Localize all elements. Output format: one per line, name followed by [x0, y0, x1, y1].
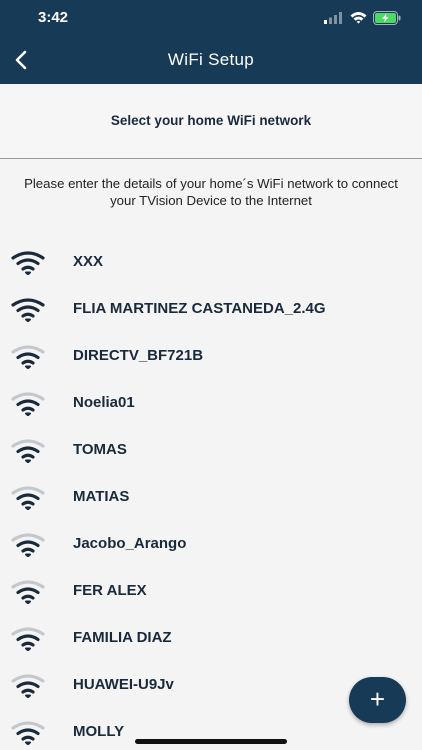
network-list-item[interactable]: XXX: [0, 239, 422, 285]
battery-charging-icon: [373, 11, 401, 25]
wifi-signal-icon: [11, 298, 45, 322]
status-bar: 3:42: [0, 0, 422, 36]
section-title: Select your home WiFi network: [110, 113, 312, 128]
network-name: Noelia01: [73, 394, 135, 411]
wifi-signal-icon: [11, 627, 45, 651]
network-list-item[interactable]: FAMILIA DIAZ: [0, 615, 422, 661]
network-name: Jacobo_Arango: [73, 535, 187, 552]
network-list-item[interactable]: Noelia01: [0, 380, 422, 426]
plus-icon: +: [369, 684, 386, 714]
network-name: HUAWEI-U9Jv: [73, 676, 174, 693]
wifi-signal-icon: [11, 533, 45, 557]
network-name: MOLLY: [73, 723, 125, 740]
network-list-item[interactable]: Jacobo_Arango: [0, 521, 422, 567]
instructions-text: Please enter the details of your home´s …: [24, 176, 398, 208]
wifi-status-icon: [350, 12, 367, 24]
wifi-signal-icon: [11, 392, 45, 416]
network-name: FAMILIA DIAZ: [73, 629, 172, 646]
network-name: XXX: [73, 253, 104, 270]
network-list-item[interactable]: MATIAS: [0, 474, 422, 520]
cellular-signal-icon: [324, 12, 342, 24]
add-network-button[interactable]: +: [349, 677, 406, 723]
wifi-signal-icon: [11, 345, 45, 369]
wifi-signal-icon: [11, 251, 45, 275]
status-time: 3:42: [38, 9, 69, 26]
network-name: FLIA MARTINEZ CASTANEDA_2.4G: [73, 300, 326, 317]
wifi-signal-icon: [11, 721, 45, 745]
home-indicator: [135, 739, 287, 744]
wifi-signal-icon: [11, 439, 45, 463]
network-name: DIRECTV_BF721B: [73, 347, 204, 364]
section-header: Select your home WiFi network: [0, 84, 422, 159]
nav-bar: WiFi Setup: [0, 36, 422, 84]
network-name: MATIAS: [73, 488, 130, 505]
network-list-item[interactable]: TOMAS: [0, 427, 422, 473]
network-name: FER ALEX: [73, 582, 147, 599]
wifi-signal-icon: [11, 486, 45, 510]
divider: [0, 158, 422, 159]
wifi-signal-icon: [11, 674, 45, 698]
network-list-item[interactable]: DIRECTV_BF721B: [0, 333, 422, 379]
page-title: WiFi Setup: [167, 50, 255, 69]
wifi-signal-icon: [11, 580, 45, 604]
network-list-item[interactable]: FLIA MARTINEZ CASTANEDA_2.4G: [0, 286, 422, 332]
network-name: TOMAS: [73, 441, 127, 458]
network-list-item[interactable]: FER ALEX: [0, 568, 422, 614]
